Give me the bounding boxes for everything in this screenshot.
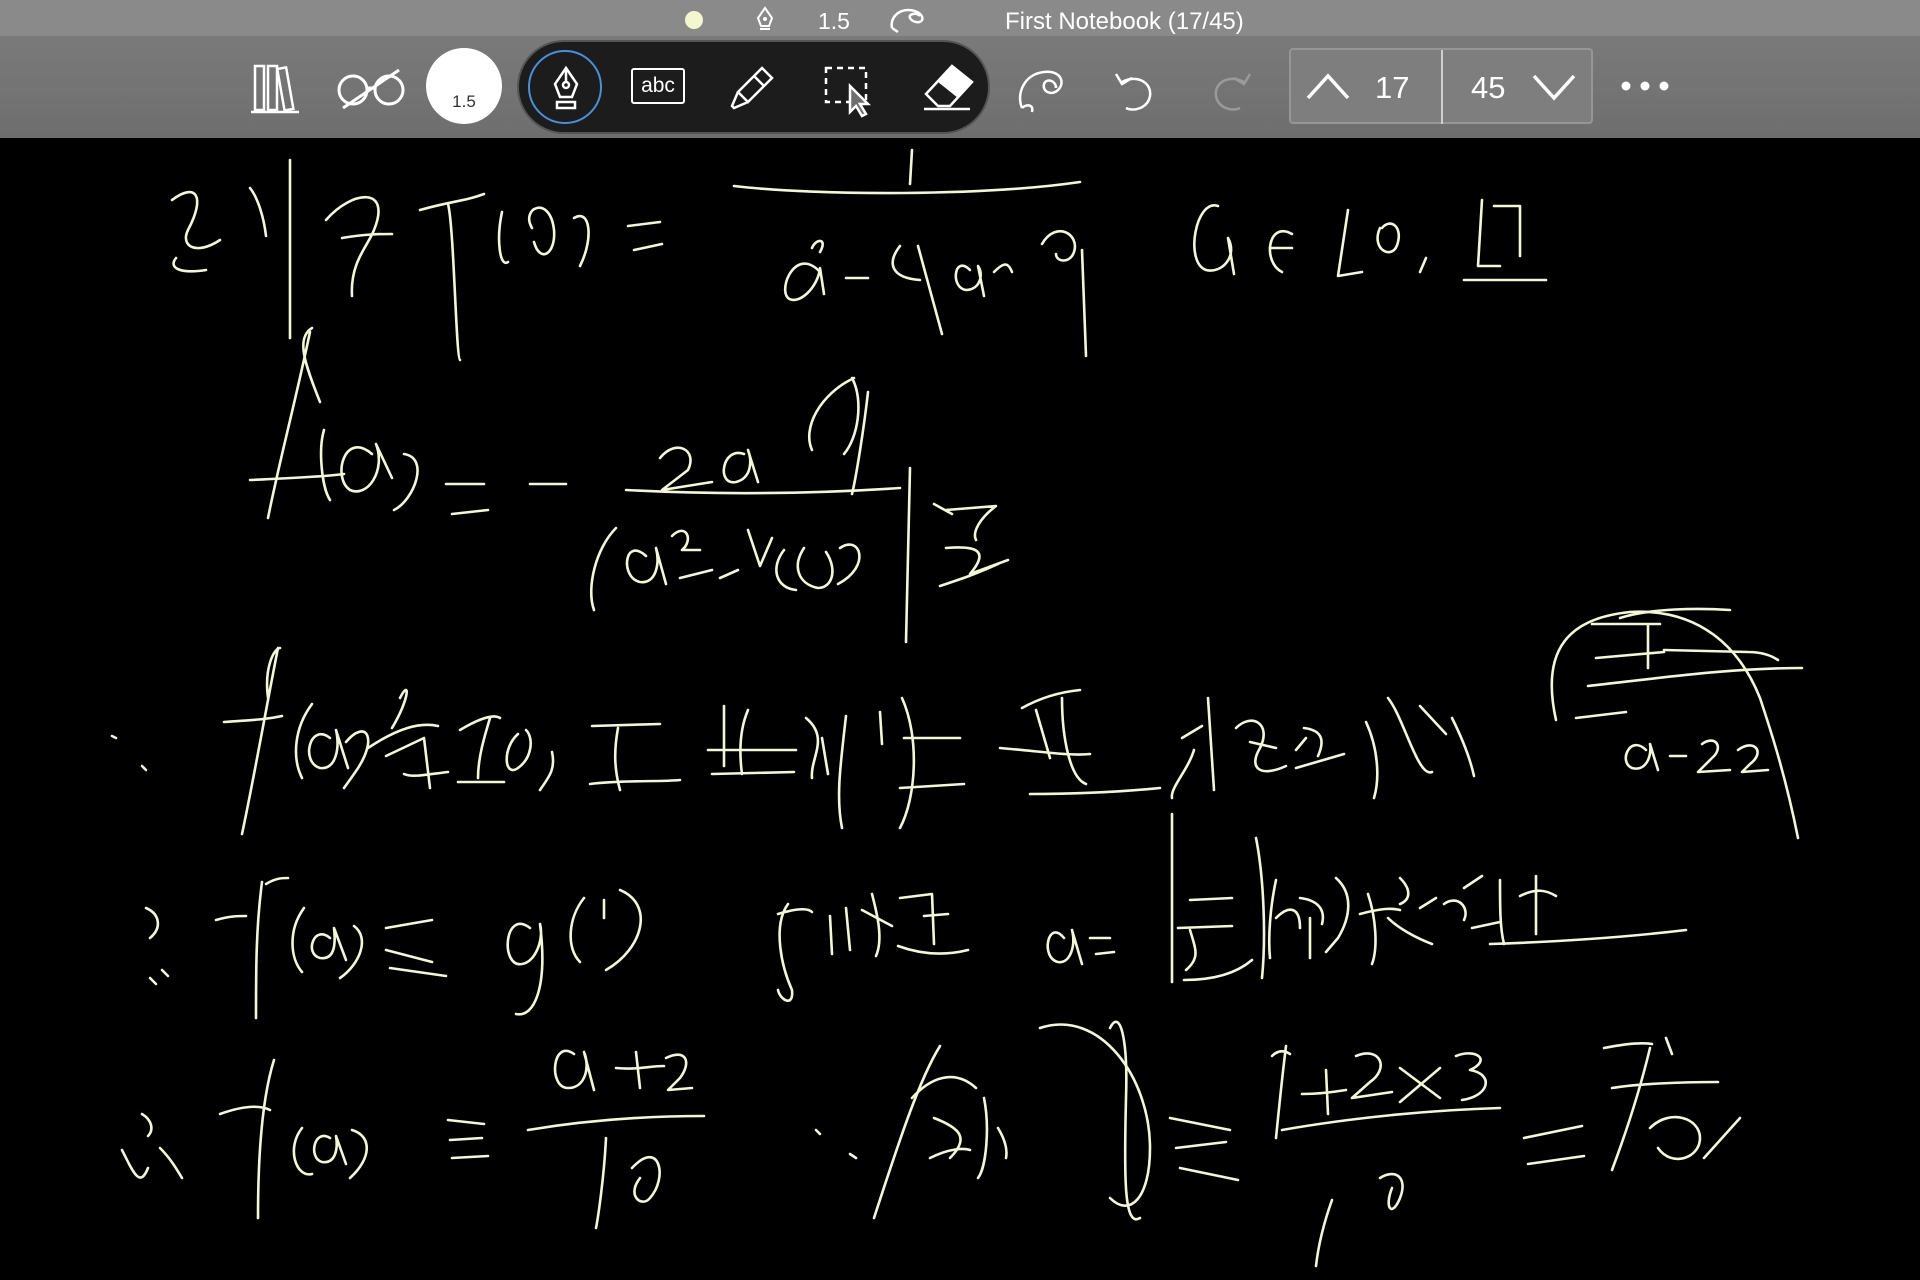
select-icon[interactable] xyxy=(822,62,878,118)
pen-width-label: 1.5 xyxy=(452,92,476,111)
fountain-pen-icon xyxy=(553,65,579,110)
current-page-number[interactable]: 17 xyxy=(1375,70,1409,106)
page-divider xyxy=(1441,50,1443,124)
eraser-icon[interactable] xyxy=(920,62,976,112)
lasso-icon xyxy=(890,8,924,34)
pen-width-button[interactable]: 1.5 xyxy=(426,48,502,124)
page-down-icon[interactable] xyxy=(1531,70,1577,104)
ink-line-3 xyxy=(110,607,1804,840)
text-tool-button[interactable]: abc xyxy=(631,68,685,104)
pen-tool-button[interactable] xyxy=(528,50,602,124)
text-tool-label: abc xyxy=(631,68,685,104)
library-icon[interactable] xyxy=(247,60,303,116)
notebook-title: First Notebook (17/45) xyxy=(1005,8,1244,35)
undo-icon[interactable] xyxy=(1110,64,1158,114)
total-page-number: 45 xyxy=(1471,70,1506,105)
pen-icon xyxy=(756,6,774,30)
ink-line-1 xyxy=(170,148,1548,362)
redo-icon[interactable] xyxy=(1208,64,1256,114)
ink-line-5 xyxy=(120,1020,1742,1268)
pen-color-indicator xyxy=(685,11,703,29)
more-icon[interactable] xyxy=(1618,74,1672,98)
handwriting-canvas[interactable] xyxy=(0,138,1920,1280)
lasso-tool-icon[interactable] xyxy=(1012,64,1068,116)
highlighter-icon[interactable] xyxy=(726,62,778,114)
ink-strokes xyxy=(110,148,1804,1268)
read-mode-icon[interactable] xyxy=(333,64,409,112)
page-navigator: 17 45 xyxy=(1289,48,1593,124)
page-up-icon[interactable] xyxy=(1305,70,1351,104)
pen-width-indicator: 1.5 xyxy=(818,8,850,34)
ink-line-4 xyxy=(144,812,1688,1020)
status-bar: 1.5 First Notebook (17/45) xyxy=(0,0,1920,36)
ink-line-2 xyxy=(248,326,1010,644)
